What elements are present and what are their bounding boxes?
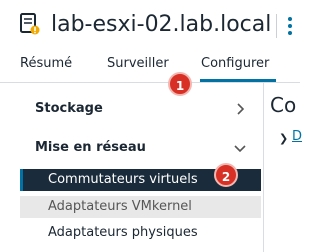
sidebar-item-label: Adaptateurs physiques [48, 225, 198, 240]
sidebar-item-label: Adaptateurs VMkernel [48, 199, 192, 214]
caret-right-icon[interactable]: ❯ [279, 132, 288, 145]
sidebar-group-stockage[interactable]: Stockage [35, 101, 103, 116]
tab-resume[interactable]: Résumé [20, 56, 72, 71]
chevron-right-icon[interactable] [234, 103, 246, 115]
sidebar-item-label: Commutateurs virtuels [48, 172, 198, 187]
vertical-ellipsis-icon[interactable] [283, 15, 297, 37]
step-badge-1: 1 [168, 72, 192, 96]
object-tabs: Résumé Surveiller Configurer [0, 52, 300, 82]
content-link[interactable]: D [292, 129, 302, 144]
tab-configurer[interactable]: Configurer [201, 56, 269, 71]
sidebar-divider [263, 83, 264, 252]
object-header: lab-esxi-02.lab.local [0, 0, 300, 52]
sidebar-group-mise-en-reseau[interactable]: Mise en réseau [35, 140, 146, 155]
chevron-down-icon[interactable] [234, 142, 246, 154]
host-server-icon [20, 13, 40, 35]
header-separator [276, 14, 277, 38]
host-title: lab-esxi-02.lab.local [51, 12, 272, 37]
content-title: Co [270, 93, 297, 117]
step-badge-2: 2 [214, 163, 238, 187]
tab-surveiller[interactable]: Surveiller [107, 56, 169, 71]
sidebar-item-adaptateurs-physiques[interactable]: Adaptateurs physiques [20, 222, 261, 244]
sidebar-item-adaptateurs-vmkernel[interactable]: Adaptateurs VMkernel [20, 196, 261, 218]
selection-accent [20, 169, 23, 191]
